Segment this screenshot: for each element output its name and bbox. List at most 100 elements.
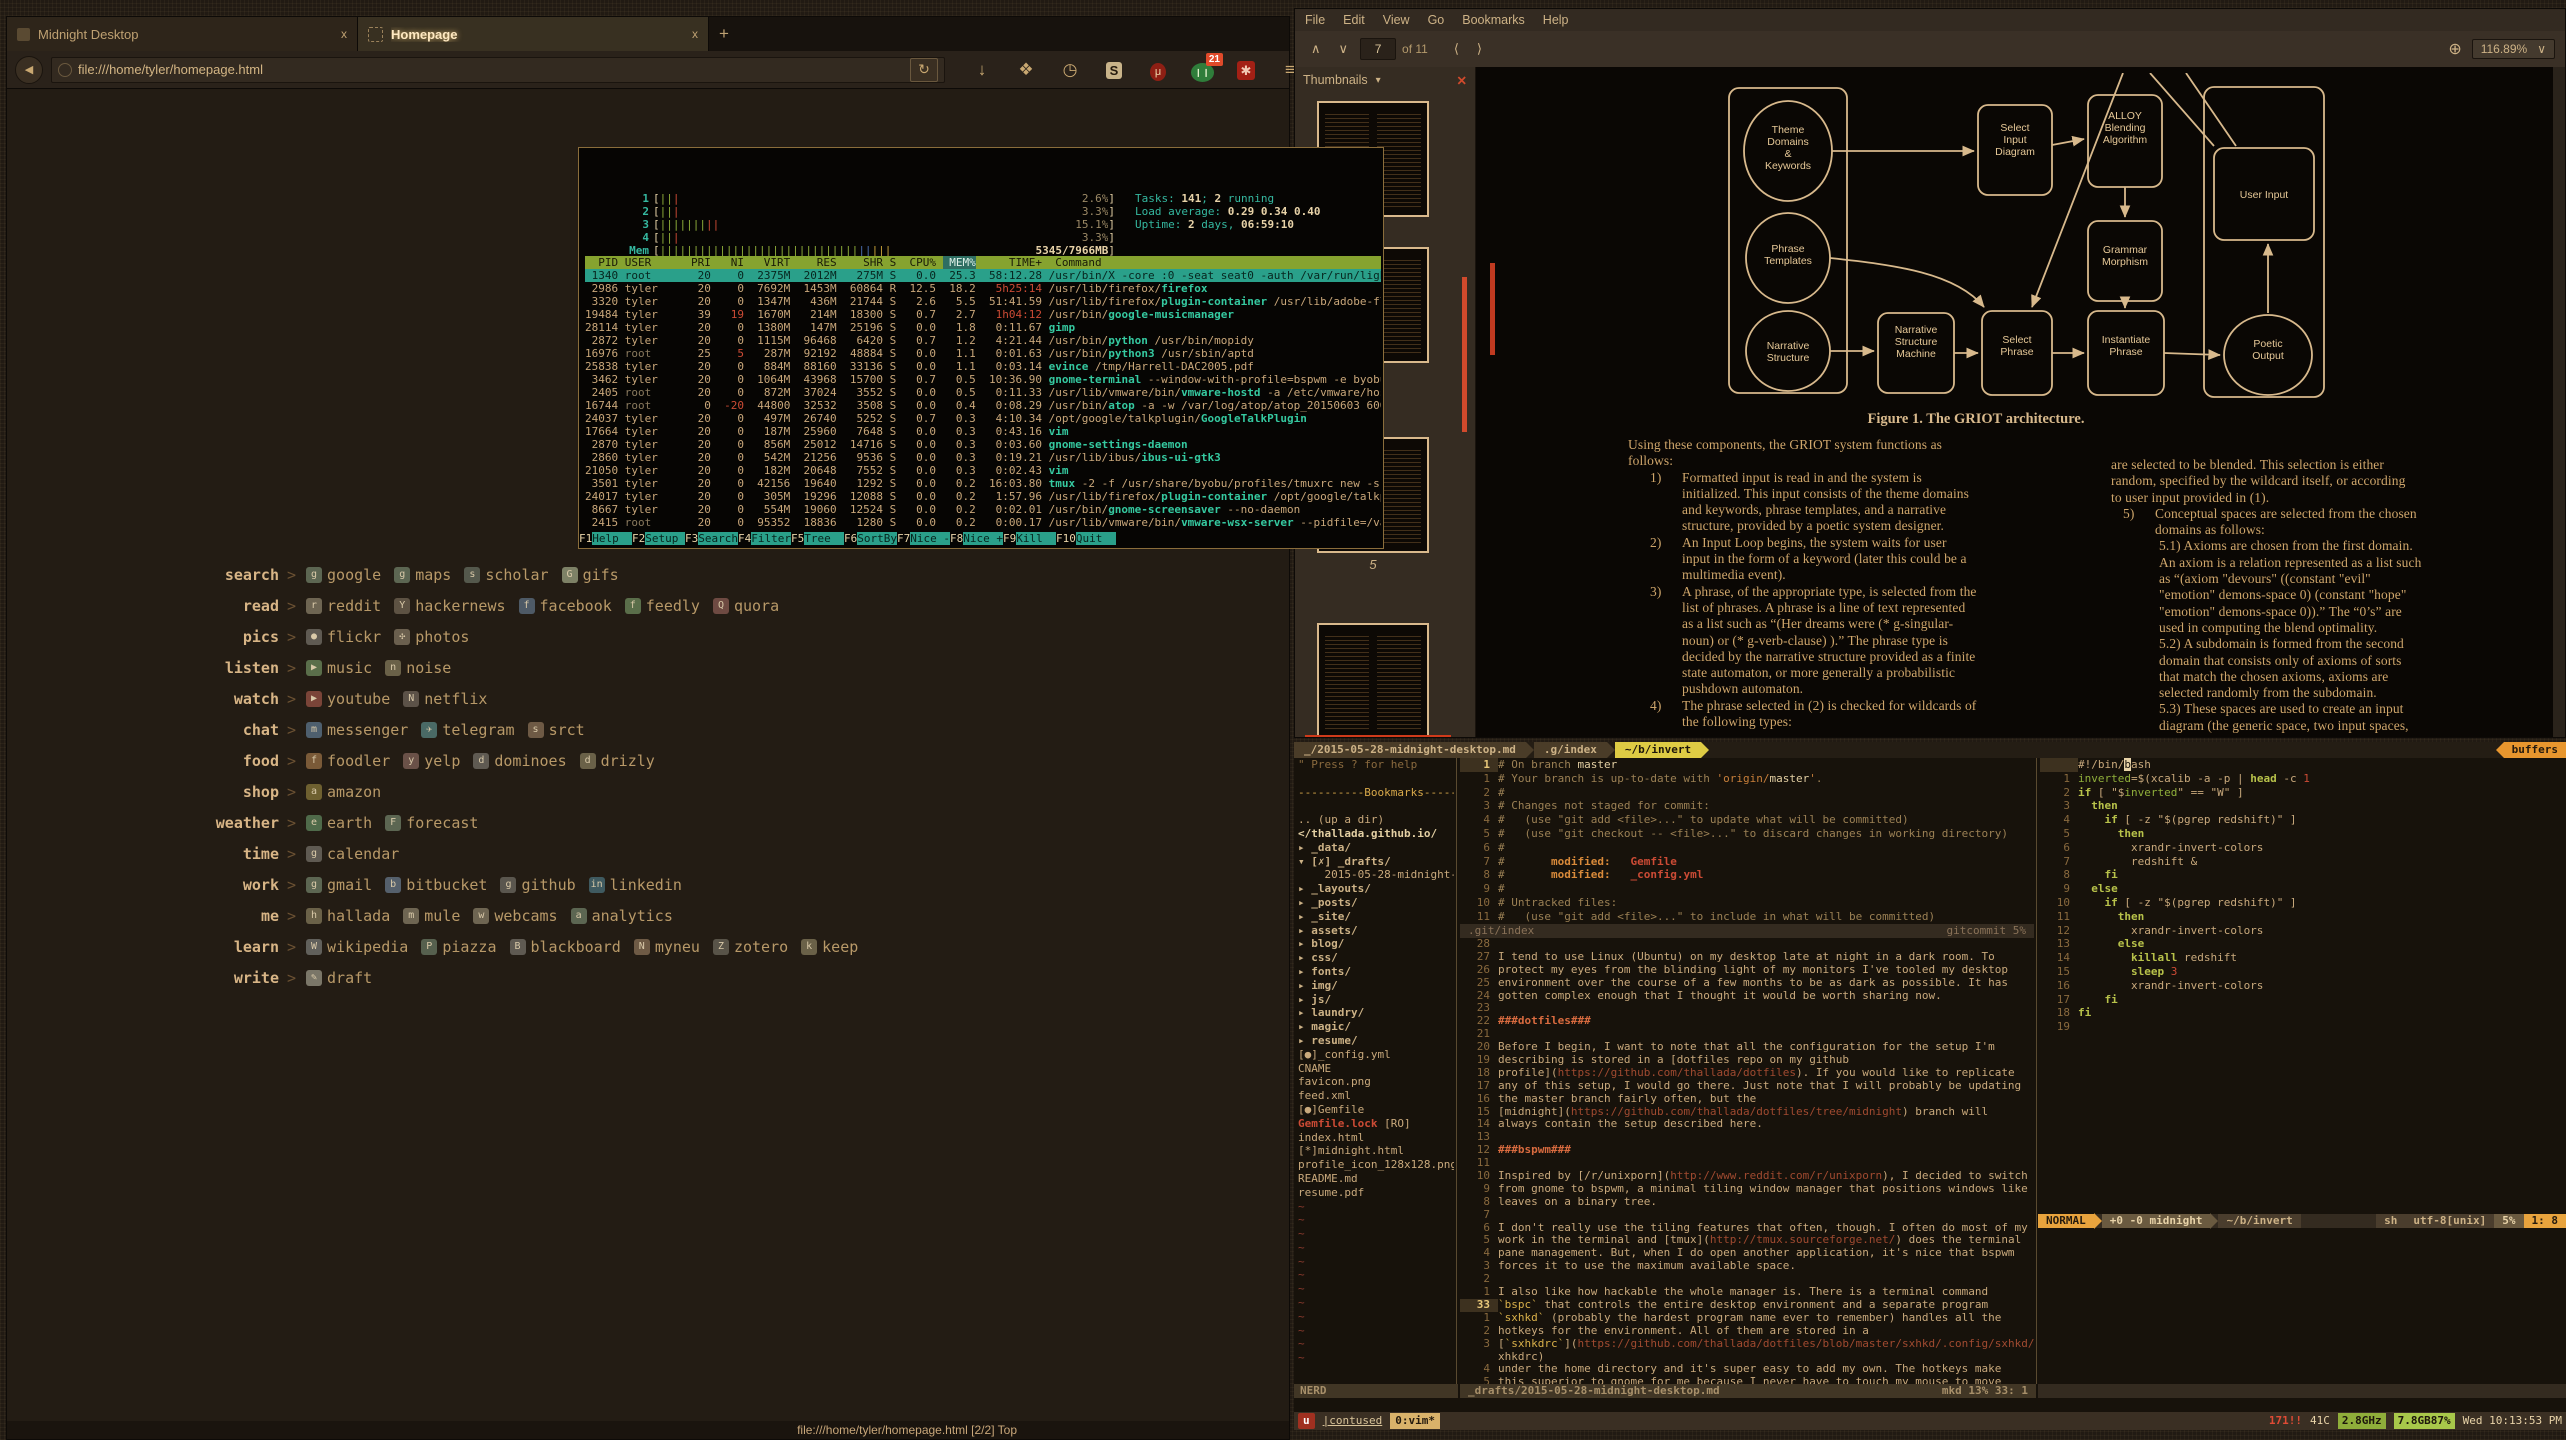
nerdtree-item[interactable]: ▸ _layouts/ <box>1298 882 1454 896</box>
htop-fkey-F7[interactable]: F7Nice - <box>897 532 950 546</box>
reload-button[interactable]: ↻ <box>910 58 938 82</box>
htop-fkey-F2[interactable]: F2Setup <box>632 532 685 546</box>
nerdtree-item[interactable]: profile_icon_128x128.png <box>1298 1158 1454 1172</box>
nerdtree-item[interactable]: ▸ _site/ <box>1298 910 1454 924</box>
chevron-down-icon[interactable]: ▾ <box>1376 75 1381 86</box>
menu-help[interactable]: Help <box>1543 13 1569 27</box>
close-sidebar-icon[interactable]: ✕ <box>1457 73 1467 88</box>
buffers-tag[interactable]: buffers <box>2504 742 2566 758</box>
htop-process-row[interactable]: 2870 tyler 20 0 856M 25012 14716 S 0.0 0… <box>585 438 1381 451</box>
homepage-link-gmail[interactable]: ggmail <box>306 876 372 894</box>
homepage-link-youtube[interactable]: ▶youtube <box>306 690 390 708</box>
nerdtree-item[interactable]: ▸ laundry/ <box>1298 1006 1454 1020</box>
homepage-link-linkedin[interactable]: inlinkedin <box>589 876 682 894</box>
htop-table-header[interactable]: PID USER PRI NI VIRT RES SHR S CPU% MEM%… <box>585 256 1381 269</box>
homepage-link-drizly[interactable]: ddrizly <box>580 752 655 770</box>
htop-fkey-F4[interactable]: F4Filter <box>738 532 791 546</box>
htop-process-row[interactable]: 2415 root 20 0 95352 18836 1280 S 0.0 0.… <box>585 516 1381 529</box>
homepage-link-bitbucket[interactable]: bbitbucket <box>385 876 487 894</box>
lastpass-icon[interactable]: ✱ <box>1235 60 1257 80</box>
nerdtree-item[interactable]: ▸ _data/ <box>1298 841 1454 855</box>
homepage-link-hackernews[interactable]: Yhackernews <box>394 597 505 615</box>
selected-page-thumbnail[interactable] <box>1305 735 1451 737</box>
back-button[interactable]: ◀ <box>15 56 43 84</box>
nerdtree-item[interactable]: ▾ [✗] _drafts/ <box>1298 855 1454 869</box>
history-clock-icon[interactable]: ◷ <box>1059 60 1081 80</box>
nerdtree-item[interactable]: README.md <box>1298 1172 1454 1186</box>
nerdtree-item[interactable]: ▸ assets/ <box>1298 924 1454 938</box>
homepage-link-earth[interactable]: eearth <box>306 814 372 832</box>
page-number-input[interactable]: 7 <box>1360 38 1396 60</box>
htop-process-row[interactable]: 24017 tyler 20 0 305M 19296 12088 S 0.0 … <box>585 490 1381 503</box>
next-page-button[interactable]: ∨ <box>1333 39 1355 59</box>
zoom-level-dropdown[interactable]: 116.89% ∨ <box>2472 39 2555 59</box>
htop-fkey-F5[interactable]: F5Tree <box>791 532 844 546</box>
vim-command-line[interactable] <box>1294 1398 2566 1412</box>
htop-process-row[interactable]: 16976 root 25 5 287M 92192 48884 S 0.0 1… <box>585 347 1381 360</box>
browser-tab[interactable]: Midnight Desktopx <box>7 17 358 51</box>
homepage-link-gifs[interactable]: Ggifs <box>562 566 619 584</box>
homepage-link-telegram[interactable]: ✈telegram <box>421 721 514 739</box>
homepage-link-facebook[interactable]: ffacebook <box>519 597 612 615</box>
htop-process-row[interactable]: 3320 tyler 20 0 1347M 436M 21744 S 2.6 5… <box>585 295 1381 308</box>
menu-file[interactable]: File <box>1305 13 1325 27</box>
homepage-link-reddit[interactable]: rreddit <box>306 597 381 615</box>
byobu-window[interactable]: 0:vim* <box>1390 1413 1440 1429</box>
homepage-link-flickr[interactable]: ●flickr <box>306 628 381 646</box>
zoom-fit-icon[interactable]: ⊕ <box>2448 39 2461 59</box>
nerdtree-item[interactable]: feed.xml <box>1298 1089 1454 1103</box>
htop-process-row[interactable]: 25838 tyler 20 0 884M 88160 33136 S 0.0 … <box>585 360 1381 373</box>
homepage-link-scholar[interactable]: sscholar <box>464 566 548 584</box>
download-icon[interactable]: ↓ <box>971 60 993 80</box>
homepage-link-webcams[interactable]: wwebcams <box>473 907 557 925</box>
shell-script-buffer[interactable]: #!/bin/bash1inverted=$(xcalib -a -p | he… <box>2040 758 2566 1214</box>
nerdtree-item[interactable]: [*]midnight.html <box>1298 1144 1454 1158</box>
vim-tab[interactable]: ~/b/invert <box>1615 742 1701 758</box>
htop-process-row[interactable]: 2405 root 20 0 872M 37024 3552 S 0.0 0.5… <box>585 386 1381 399</box>
nerdtree-item[interactable]: 2015-05-28-midnight-deskto <box>1298 868 1454 882</box>
menu-bookmarks[interactable]: Bookmarks <box>1462 13 1525 27</box>
git-commit-buffer[interactable]: 1# On branch master1# Your branch is up-… <box>1460 758 2034 924</box>
previous-page-button[interactable]: ∧ <box>1305 39 1327 59</box>
nerdtree-item[interactable]: ▸ fonts/ <box>1298 965 1454 979</box>
vim-tab[interactable]: _/2015-05-28-midnight-desktop.md <box>1294 742 1526 758</box>
htop-fkey-F8[interactable]: F8Nice + <box>950 532 1003 546</box>
nerdtree-item[interactable]: CNAME <box>1298 1062 1454 1076</box>
ublock-pause-icon[interactable]: ❙❙21 <box>1191 60 1213 80</box>
homepage-link-foodler[interactable]: ffoodler <box>306 752 390 770</box>
homepage-link-srct[interactable]: ssrct <box>528 721 585 739</box>
homepage-link-music[interactable]: ▶music <box>306 659 372 677</box>
homepage-link-github[interactable]: ggithub <box>500 876 575 894</box>
homepage-link-quora[interactable]: Qquora <box>713 597 779 615</box>
htop-process-row[interactable]: 28114 tyler 20 0 1380M 147M 25196 S 0.0 … <box>585 321 1381 334</box>
homepage-link-noise[interactable]: nnoise <box>385 659 451 677</box>
homepage-link-draft[interactable]: ✎draft <box>306 969 372 987</box>
nerdtree-item[interactable]: ▸ resume/ <box>1298 1034 1454 1048</box>
homepage-link-analytics[interactable]: aanalytics <box>571 907 673 925</box>
htop-process-row[interactable]: 3462 tyler 20 0 1064M 43968 15700 S 0.7 … <box>585 373 1381 386</box>
htop-fkey-F6[interactable]: F6SortBy <box>844 532 897 546</box>
htop-process-row[interactable]: 16744 root 0 -20 44800 32532 3508 S 0.0 … <box>585 399 1381 412</box>
htop-fkey-F3[interactable]: F3Search <box>685 532 738 546</box>
homepage-link-photos[interactable]: ✣photos <box>394 628 469 646</box>
htop-process-row[interactable]: 17664 tyler 20 0 187M 25960 7648 S 0.0 0… <box>585 425 1381 438</box>
nerdtree-item[interactable]: resume.pdf <box>1298 1186 1454 1200</box>
htop-fkey-F1[interactable]: F1Help <box>579 532 632 546</box>
vim-tab[interactable]: .g/index <box>1534 742 1607 758</box>
homepage-link-calendar[interactable]: gcalendar <box>306 845 399 863</box>
umatrix-icon[interactable]: μ <box>1147 60 1169 80</box>
nerdtree-item[interactable]: ▸ css/ <box>1298 951 1454 965</box>
homepage-link-keep[interactable]: kkeep <box>801 938 858 956</box>
page-thumbnail-6[interactable] <box>1317 623 1429 737</box>
nerdtree-pane[interactable]: " Press ? for help----------Bookmarks---… <box>1298 758 1454 1384</box>
history-back-button[interactable]: ⟨ <box>1448 39 1465 59</box>
extension-puzzle-icon[interactable]: ❖ <box>1015 60 1037 80</box>
nerdtree-item[interactable]: [●]Gemfile <box>1298 1103 1454 1117</box>
homepage-link-zotero[interactable]: Zzotero <box>713 938 788 956</box>
markdown-buffer[interactable]: 2827I tend to use Linux (Ubuntu) on my d… <box>1460 938 2034 1384</box>
homepage-link-maps[interactable]: gmaps <box>394 566 451 584</box>
homepage-link-google[interactable]: ggoogle <box>306 566 381 584</box>
nerdtree-item[interactable]: ▸ img/ <box>1298 979 1454 993</box>
nerdtree-item[interactable]: ▸ blog/ <box>1298 937 1454 951</box>
htop-process-row[interactable]: 2986 tyler 20 0 7692M 1453M 60864 R 12.5… <box>585 282 1381 295</box>
